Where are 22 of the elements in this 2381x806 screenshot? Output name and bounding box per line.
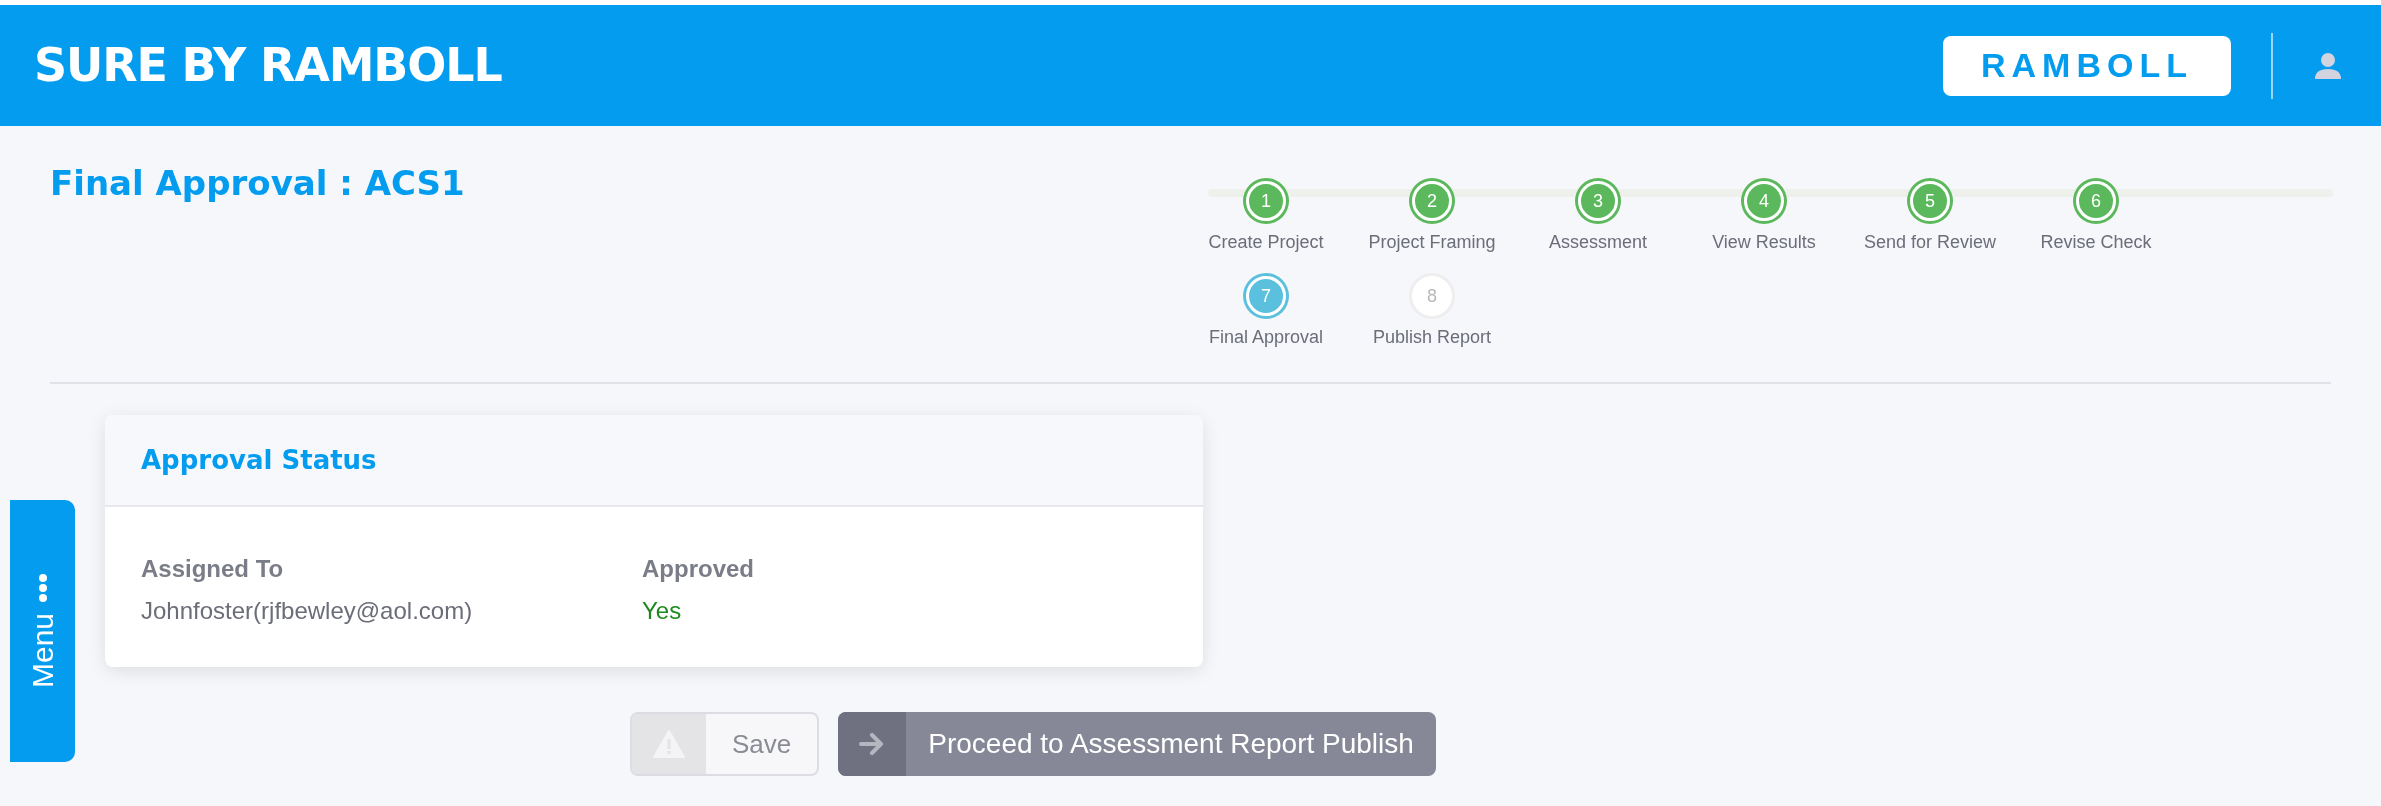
step-label: Final Approval	[1208, 326, 1324, 349]
proceed-button[interactable]: Proceed to Assessment Report Publish	[838, 712, 1436, 776]
field-label: Assigned To	[141, 554, 285, 584]
company-logo: RAMBOLL	[1943, 35, 2231, 96]
field-label: Approved	[642, 554, 754, 584]
step-label: Create Project	[1208, 231, 1324, 254]
step-label: Project Framing	[1368, 231, 1496, 254]
app-title: SURE BY RAMBOLL	[34, 37, 502, 94]
arrow-right-icon	[859, 733, 886, 755]
field-value: Johnfoster(rjfbewley@aol.com)	[141, 596, 474, 626]
step-label: Send for Review	[1863, 231, 1997, 254]
step-label: Assessment	[1549, 231, 1648, 254]
card-title: Approval Status	[141, 443, 377, 477]
step-label: Revise Check	[2040, 231, 2152, 254]
page-title: Final Approval : ACS1	[50, 162, 466, 205]
step-label: View Results	[1712, 231, 1816, 254]
user-icon[interactable]	[2313, 50, 2343, 81]
more-icon	[37, 573, 48, 604]
side-menu-tab[interactable]: Menu	[10, 500, 75, 762]
menu-label: Menu	[25, 613, 60, 689]
step-label: Publish Report	[1372, 326, 1492, 349]
field-value: Yes	[642, 596, 683, 626]
